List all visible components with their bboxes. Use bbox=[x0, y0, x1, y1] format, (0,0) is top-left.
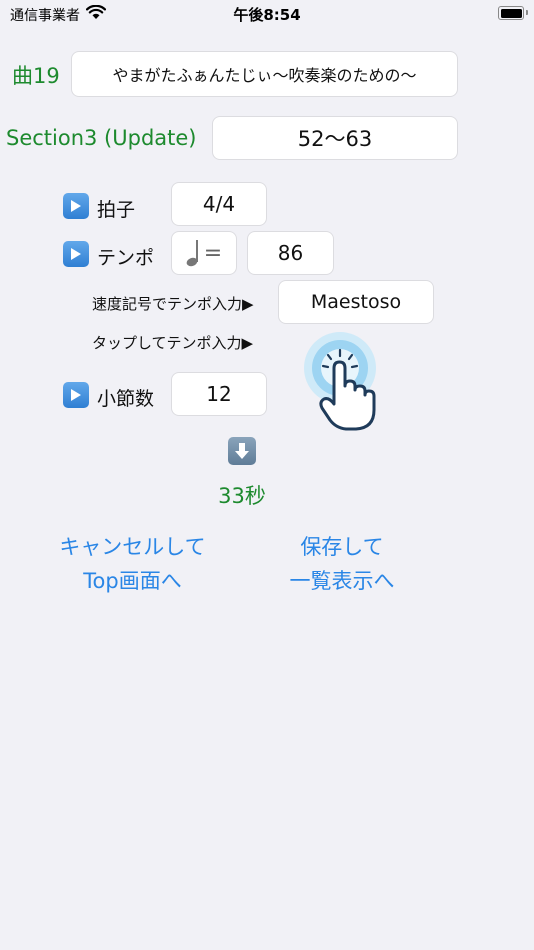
tempo-label: テンポ bbox=[97, 247, 155, 269]
cancel-to-top-button[interactable]: キャンセルして Top画面へ bbox=[40, 530, 225, 598]
meter-field[interactable]: 4/4 bbox=[171, 182, 267, 226]
play-icon bbox=[71, 389, 81, 401]
song-title-field[interactable]: やまがたふぁんたじぃ〜吹奏楽のための〜 bbox=[71, 51, 458, 97]
tempo-marking-field[interactable]: Maestoso bbox=[278, 280, 434, 324]
tap-tempo-icon[interactable] bbox=[300, 330, 390, 435]
status-bar: 通信事業者 午後8:54 bbox=[0, 0, 534, 30]
section-label: Section3 (Update) bbox=[6, 126, 197, 150]
total-duration: 33秒 bbox=[218, 484, 266, 508]
cancel-button-line2: Top画面へ bbox=[83, 569, 182, 593]
down-arrow-icon bbox=[228, 437, 256, 465]
quarter-note-icon bbox=[186, 240, 198, 267]
play-icon bbox=[71, 248, 81, 260]
status-time: 午後8:54 bbox=[233, 6, 301, 24]
save-to-list-button[interactable]: 保存して 一覧表示へ bbox=[262, 530, 422, 598]
save-button-line1: 保存して bbox=[300, 535, 384, 559]
tap-tempo-label: タップしてテンポ入力▶ bbox=[92, 334, 254, 352]
battery-icon bbox=[498, 6, 524, 20]
meter-label: 拍子 bbox=[97, 199, 136, 221]
measures-play-button[interactable] bbox=[63, 382, 89, 408]
save-button-line2: 一覧表示へ bbox=[289, 569, 395, 593]
battery-cap bbox=[526, 10, 528, 15]
tempo-play-button[interactable] bbox=[63, 241, 89, 267]
note-equals-symbol: = bbox=[203, 240, 223, 266]
cancel-button-line1: キャンセルして bbox=[59, 535, 206, 559]
section-range-field[interactable]: 52〜63 bbox=[212, 116, 458, 160]
meter-play-button[interactable] bbox=[63, 193, 89, 219]
screen: 通信事業者 午後8:54 曲19 やまがたふぁんたじぃ〜吹奏楽のための〜 Sec… bbox=[0, 0, 534, 950]
song-number-label: 曲19 bbox=[12, 64, 60, 88]
measures-field[interactable]: 12 bbox=[171, 372, 267, 416]
tempo-marking-label: 速度記号でテンポ入力▶ bbox=[92, 295, 254, 313]
measures-label: 小節数 bbox=[97, 388, 155, 410]
note-value-button[interactable]: = bbox=[171, 231, 237, 275]
play-icon bbox=[71, 200, 81, 212]
tempo-bpm-field[interactable]: 86 bbox=[247, 231, 334, 275]
